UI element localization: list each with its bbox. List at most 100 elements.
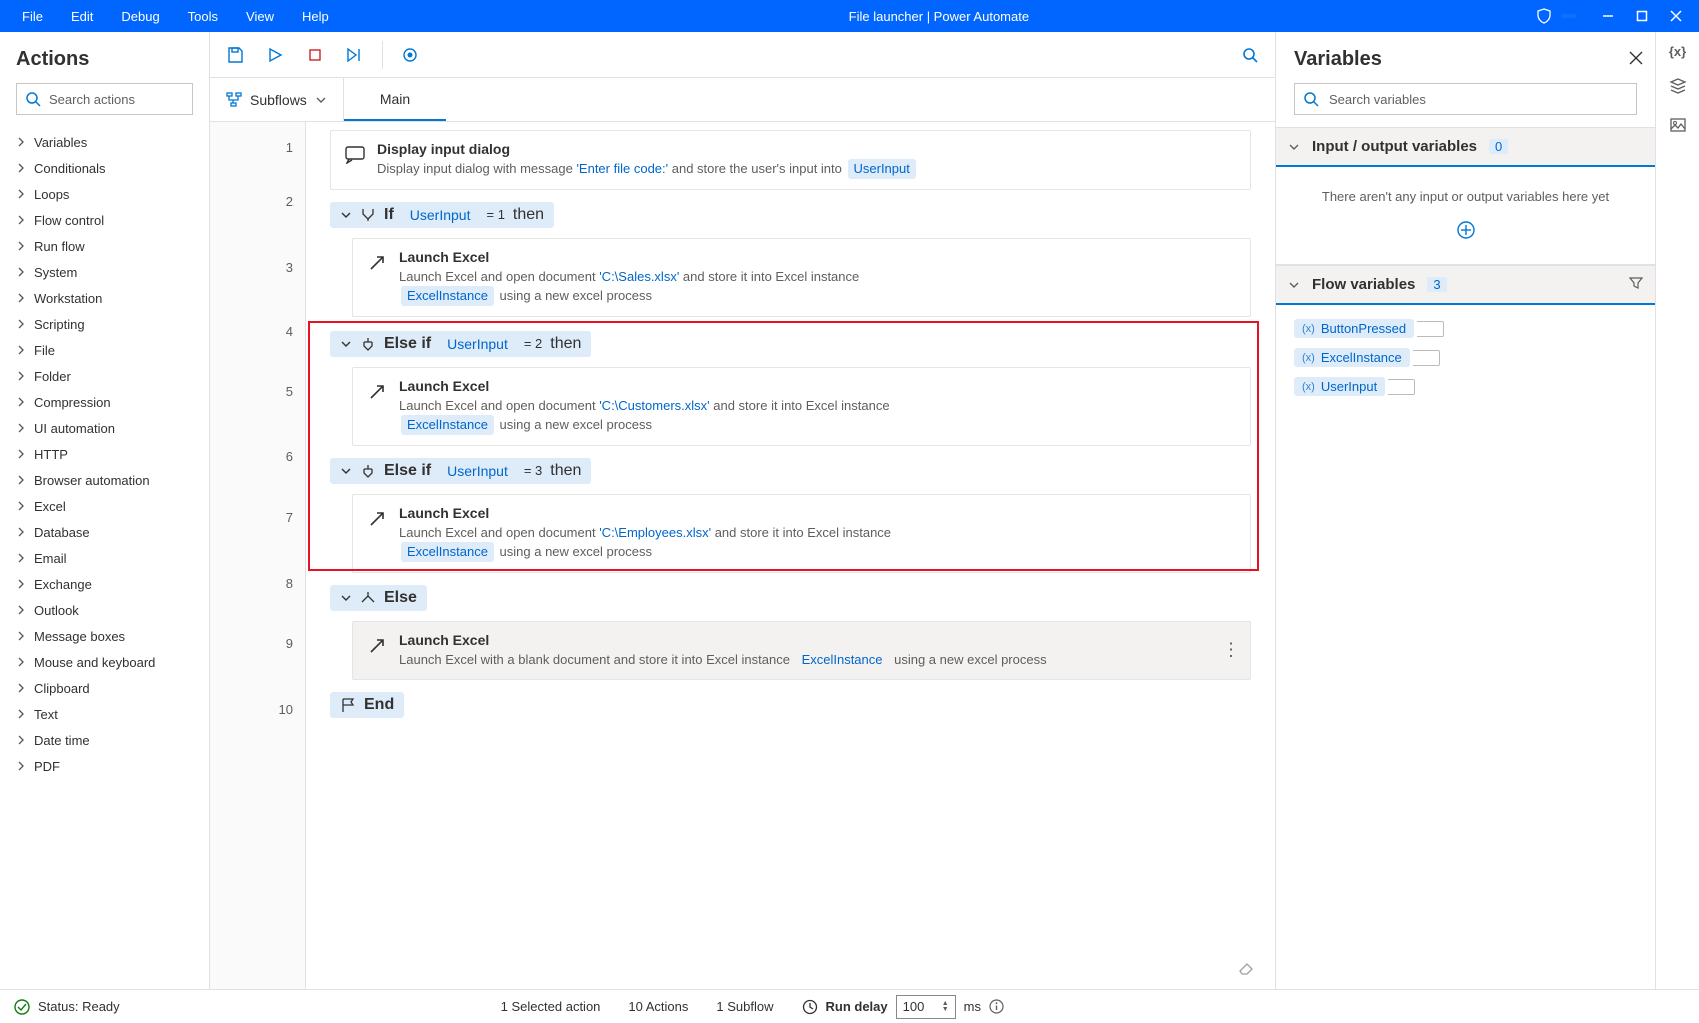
elseif-3-head[interactable]: Else if UserInput = 3 then bbox=[330, 458, 591, 484]
flow-var-buttonpressed[interactable]: (x)ButtonPressed bbox=[1294, 319, 1414, 338]
category-variables[interactable]: Variables bbox=[12, 129, 209, 155]
variables-close-button[interactable] bbox=[1629, 51, 1643, 68]
category-label: Exchange bbox=[34, 577, 92, 592]
status-actions: 10 Actions bbox=[628, 999, 688, 1014]
step-launch-excel-employees[interactable]: Launch Excel Launch Excel and open docum… bbox=[352, 494, 1251, 573]
menu-help[interactable]: Help bbox=[288, 3, 343, 30]
category-loops[interactable]: Loops bbox=[12, 181, 209, 207]
layers-strip-button[interactable] bbox=[1669, 77, 1687, 98]
chip-userinput: UserInput bbox=[441, 336, 514, 352]
category-label: Message boxes bbox=[34, 629, 125, 644]
category-message-boxes[interactable]: Message boxes bbox=[12, 623, 209, 649]
category-pdf[interactable]: PDF bbox=[12, 753, 209, 779]
tab-main[interactable]: Main bbox=[344, 78, 446, 121]
menu-debug[interactable]: Debug bbox=[107, 3, 173, 30]
else-head[interactable]: Else bbox=[330, 585, 427, 611]
category-exchange[interactable]: Exchange bbox=[12, 571, 209, 597]
category-date-time[interactable]: Date time bbox=[12, 727, 209, 753]
erase-icon[interactable] bbox=[1237, 958, 1255, 979]
category-label: Conditionals bbox=[34, 161, 106, 176]
category-mouse-and-keyboard[interactable]: Mouse and keyboard bbox=[12, 649, 209, 675]
toolbar bbox=[210, 32, 1275, 78]
stop-button[interactable] bbox=[302, 42, 328, 68]
chevron-right-icon bbox=[16, 553, 26, 563]
close-button[interactable] bbox=[1661, 4, 1691, 28]
category-label: Compression bbox=[34, 395, 111, 410]
step-display-input[interactable]: Display input dialog Display input dialo… bbox=[330, 130, 1251, 190]
category-database[interactable]: Database bbox=[12, 519, 209, 545]
category-file[interactable]: File bbox=[12, 337, 209, 363]
io-empty-state: There aren't any input or output variabl… bbox=[1276, 167, 1655, 265]
if-block-head[interactable]: If UserInput = 1 then bbox=[330, 202, 554, 228]
status-ok-icon bbox=[14, 999, 30, 1015]
variables-strip-button[interactable]: {x} bbox=[1669, 44, 1686, 59]
menu-edit[interactable]: Edit bbox=[57, 3, 107, 30]
run-button[interactable] bbox=[262, 42, 288, 68]
search-flow-button[interactable] bbox=[1237, 42, 1263, 68]
category-label: Loops bbox=[34, 187, 69, 202]
chevron-right-icon bbox=[16, 449, 26, 459]
category-browser-automation[interactable]: Browser automation bbox=[12, 467, 209, 493]
flow-variables-section[interactable]: Flow variables 3 bbox=[1276, 265, 1655, 305]
actions-search-input[interactable]: Search actions bbox=[16, 83, 193, 115]
menu-bar: File Edit Debug Tools View Help bbox=[0, 3, 343, 30]
subflows-dropdown[interactable]: Subflows bbox=[210, 78, 344, 121]
category-run-flow[interactable]: Run flow bbox=[12, 233, 209, 259]
flow-var-excelinstance[interactable]: (x)ExcelInstance bbox=[1294, 348, 1410, 367]
line-number: 3 bbox=[286, 260, 293, 275]
save-button[interactable] bbox=[222, 42, 248, 68]
record-button[interactable] bbox=[397, 42, 423, 68]
category-text[interactable]: Text bbox=[12, 701, 209, 727]
actions-categories[interactable]: Variables Conditionals Loops Flow controlRu… bbox=[0, 125, 209, 989]
category-conditionals[interactable]: Conditionals bbox=[12, 155, 209, 181]
variables-search-input[interactable]: Search variables bbox=[1294, 83, 1637, 115]
image-strip-button[interactable] bbox=[1669, 116, 1687, 137]
chevron-down-icon bbox=[1288, 279, 1300, 291]
menu-file[interactable]: File bbox=[8, 3, 57, 30]
category-http[interactable]: HTTP bbox=[12, 441, 209, 467]
category-flow-control[interactable]: Flow control bbox=[12, 207, 209, 233]
run-delay-input[interactable]: 100 ▲▼ bbox=[896, 995, 956, 1019]
category-scripting[interactable]: Scripting bbox=[12, 311, 209, 337]
category-compression[interactable]: Compression bbox=[12, 389, 209, 415]
line-number: 5 bbox=[286, 384, 293, 399]
category-workstation[interactable]: Workstation bbox=[12, 285, 209, 311]
category-folder[interactable]: Folder bbox=[12, 363, 209, 389]
search-icon bbox=[1303, 91, 1319, 107]
elseif-2-head[interactable]: Else if UserInput = 2 then bbox=[330, 331, 591, 357]
category-clipboard[interactable]: Clipboard bbox=[12, 675, 209, 701]
delay-spinner[interactable]: ▲▼ bbox=[942, 1001, 949, 1013]
steps-canvas[interactable]: Display input dialog Display input dialo… bbox=[306, 122, 1275, 989]
flow-var-userinput[interactable]: (x)UserInput bbox=[1294, 377, 1385, 396]
category-label: Outlook bbox=[34, 603, 79, 618]
chevron-right-icon bbox=[16, 397, 26, 407]
step-more-button[interactable]: ⋮ bbox=[1222, 640, 1240, 661]
category-ui-automation[interactable]: UI automation bbox=[12, 415, 209, 441]
line-number: 9 bbox=[286, 636, 293, 651]
end-block[interactable]: End bbox=[330, 692, 404, 718]
maximize-button[interactable] bbox=[1627, 4, 1657, 28]
minimize-button[interactable] bbox=[1593, 4, 1623, 28]
category-label: HTTP bbox=[34, 447, 68, 462]
step-launch-excel-customers[interactable]: Launch Excel Launch Excel and open docum… bbox=[352, 367, 1251, 446]
add-variable-button[interactable] bbox=[1294, 220, 1637, 246]
category-email[interactable]: Email bbox=[12, 545, 209, 571]
menu-tools[interactable]: Tools bbox=[174, 3, 232, 30]
category-label: Date time bbox=[34, 733, 90, 748]
toolbar-divider bbox=[382, 41, 383, 69]
info-icon[interactable] bbox=[989, 999, 1004, 1014]
io-variables-section[interactable]: Input / output variables 0 bbox=[1276, 127, 1655, 167]
status-text: Status: Ready bbox=[38, 999, 120, 1014]
step-button[interactable] bbox=[342, 42, 368, 68]
right-strip: {x} bbox=[1655, 32, 1699, 989]
category-outlook[interactable]: Outlook bbox=[12, 597, 209, 623]
category-system[interactable]: System bbox=[12, 259, 209, 285]
step-launch-excel-sales[interactable]: Launch Excel Launch Excel and open docum… bbox=[352, 238, 1251, 317]
menu-view[interactable]: View bbox=[232, 3, 288, 30]
chevron-right-icon bbox=[16, 657, 26, 667]
filter-icon[interactable] bbox=[1629, 276, 1643, 293]
step-desc: Launch Excel with a blank document and s… bbox=[399, 650, 1198, 670]
category-excel[interactable]: Excel bbox=[12, 493, 209, 519]
chevron-right-icon bbox=[16, 241, 26, 251]
step-launch-excel-blank[interactable]: Launch Excel Launch Excel with a blank d… bbox=[352, 621, 1251, 681]
